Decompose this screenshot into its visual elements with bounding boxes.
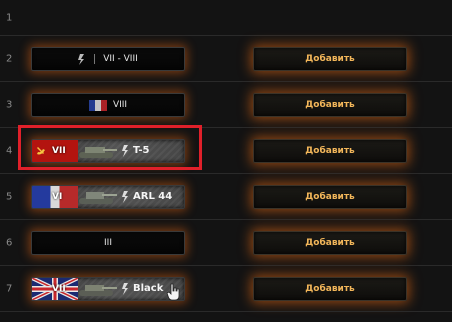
row-number: 5 [6,191,13,203]
vehicle-slot-filled[interactable]: VII Black [31,277,185,301]
table-row: 2 VII - VIII Добавить [0,36,452,82]
vehicle-slot-filled[interactable]: VI ARL 44 [31,185,185,209]
table-row: 7 VII Black Добавить [0,266,452,312]
table-row: 1 [0,0,452,36]
add-button[interactable]: Добавить [253,231,407,255]
france-flag-icon: VI [32,186,78,208]
add-button[interactable]: Добавить [253,277,407,301]
heavy-tank-icon [122,283,128,295]
row-number: 4 [6,145,13,157]
add-button[interactable]: Добавить [253,139,407,163]
table-row: 6 III Добавить [0,220,452,266]
france-flag-icon [88,99,107,111]
tank-tier: VI [52,192,63,202]
heavy-tank-icon [122,191,128,203]
vehicle-slot-empty[interactable]: III [31,231,185,255]
add-button[interactable]: Добавить [253,47,407,71]
tank-name: Black [133,283,164,294]
row-number: 7 [6,283,13,295]
row-number: 3 [6,99,13,111]
table-row: 3 VIII Добавить [0,82,452,128]
add-button[interactable]: Добавить [253,185,407,209]
add-button[interactable]: Добавить [253,93,407,117]
tier-requirement: VIII [112,100,128,110]
row-number: 6 [6,237,13,249]
tank-image [79,285,117,296]
tier-requirement: VII - VIII [103,54,138,64]
vehicle-slot-empty[interactable]: VII - VIII [31,47,185,71]
hand-pointer-icon [166,283,180,301]
row-number: 2 [6,53,13,65]
table-row: 5 VI ARL 44 Добавить [0,174,452,220]
tank-name: ARL 44 [133,191,173,202]
divider [94,54,96,64]
tank-tier: VII [52,284,66,294]
vehicle-slot-empty[interactable]: VIII [31,93,185,117]
selection-highlight [18,125,202,170]
row-number: 1 [6,12,13,24]
tier-requirement: III [104,238,112,248]
tank-image [79,192,117,204]
uk-flag-icon: VII [32,278,78,300]
heavy-tank-icon [78,53,85,65]
